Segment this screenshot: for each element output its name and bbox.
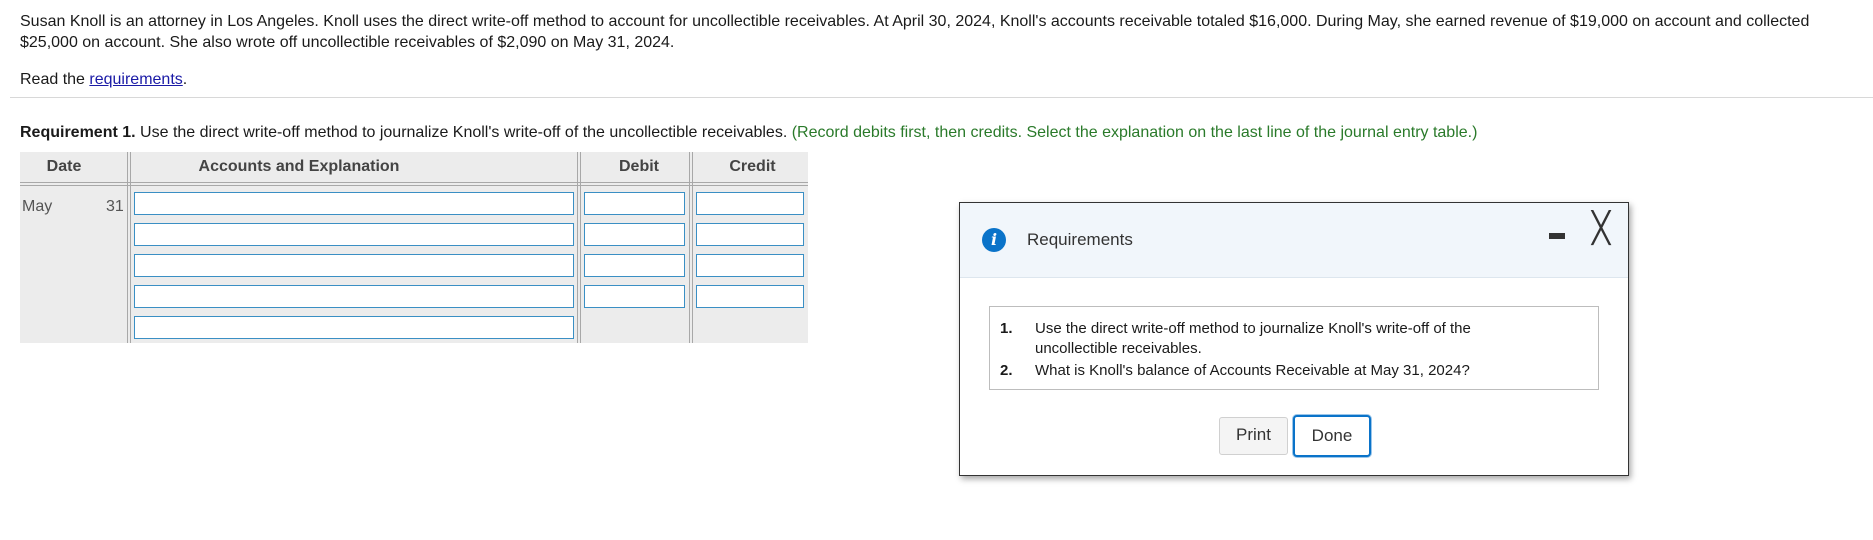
list-item: 2. What is Knoll's balance of Accounts R… xyxy=(990,361,1598,381)
column-divider xyxy=(689,152,693,343)
dialog-title: Requirements xyxy=(1027,230,1133,249)
account-input-row-1[interactable] xyxy=(134,192,574,215)
header-accounts: Accounts and Explanation xyxy=(198,158,400,175)
requirement-number: 1. xyxy=(1000,320,1013,337)
credit-input-row-2[interactable] xyxy=(696,223,804,246)
requirement-1-instruction: (Record debits first, then credits. Sele… xyxy=(791,124,1478,141)
debit-input-row-2[interactable] xyxy=(584,223,685,246)
date-month: May xyxy=(22,198,53,215)
header-debit: Debit xyxy=(619,158,659,175)
account-input-row-4[interactable] xyxy=(134,285,574,308)
list-item: 1. Use the direct write-off method to jo… xyxy=(990,319,1598,359)
date-day: 31 xyxy=(106,198,124,215)
requirement-1-prompt: Requirement 1. Use the direct write-off … xyxy=(20,122,1477,143)
debit-input-row-3[interactable] xyxy=(584,254,685,277)
minimize-button[interactable] xyxy=(1549,233,1565,239)
separator-line xyxy=(10,97,1873,98)
explanation-input[interactable] xyxy=(134,316,574,339)
requirement-number: 2. xyxy=(1000,362,1013,379)
read-prefix: Read the xyxy=(20,71,90,88)
column-divider xyxy=(127,152,131,343)
requirement-text: Use the direct write-off method to journ… xyxy=(1035,320,1471,357)
debit-input-row-4[interactable] xyxy=(584,285,685,308)
info-icon: i xyxy=(982,228,1006,252)
credit-input-row-4[interactable] xyxy=(696,285,804,308)
close-icon[interactable]: ╳ xyxy=(1587,214,1615,244)
requirements-list: 1. Use the direct write-off method to jo… xyxy=(989,306,1599,390)
print-button[interactable]: Print xyxy=(1219,417,1288,455)
credit-input-row-3[interactable] xyxy=(696,254,804,277)
read-suffix: . xyxy=(182,71,188,88)
problem-statement: Susan Knoll is an attorney in Los Angele… xyxy=(20,13,1810,51)
account-input-row-2[interactable] xyxy=(134,223,574,246)
done-button[interactable]: Done xyxy=(1293,415,1371,457)
read-requirements-line: Read the requirements. xyxy=(20,69,187,90)
requirement-1-text: Use the direct write-off method to journ… xyxy=(135,124,792,141)
header-date: Date xyxy=(46,158,82,175)
requirement-text: What is Knoll's balance of Accounts Rece… xyxy=(1035,362,1470,379)
credit-input-row-1[interactable] xyxy=(696,192,804,215)
debit-input-row-1[interactable] xyxy=(584,192,685,215)
requirements-dialog: i Requirements ╳ 1. Use the direct write… xyxy=(959,202,1629,476)
requirement-1-label: Requirement 1. xyxy=(20,124,136,141)
dialog-titlebar: i Requirements ╳ xyxy=(960,203,1628,278)
requirements-link[interactable]: requirements xyxy=(89,71,182,88)
column-divider xyxy=(577,152,581,343)
account-input-row-3[interactable] xyxy=(134,254,574,277)
header-credit: Credit xyxy=(729,158,776,175)
journal-entry-table: Date Accounts and Explanation Debit Cred… xyxy=(20,152,808,343)
